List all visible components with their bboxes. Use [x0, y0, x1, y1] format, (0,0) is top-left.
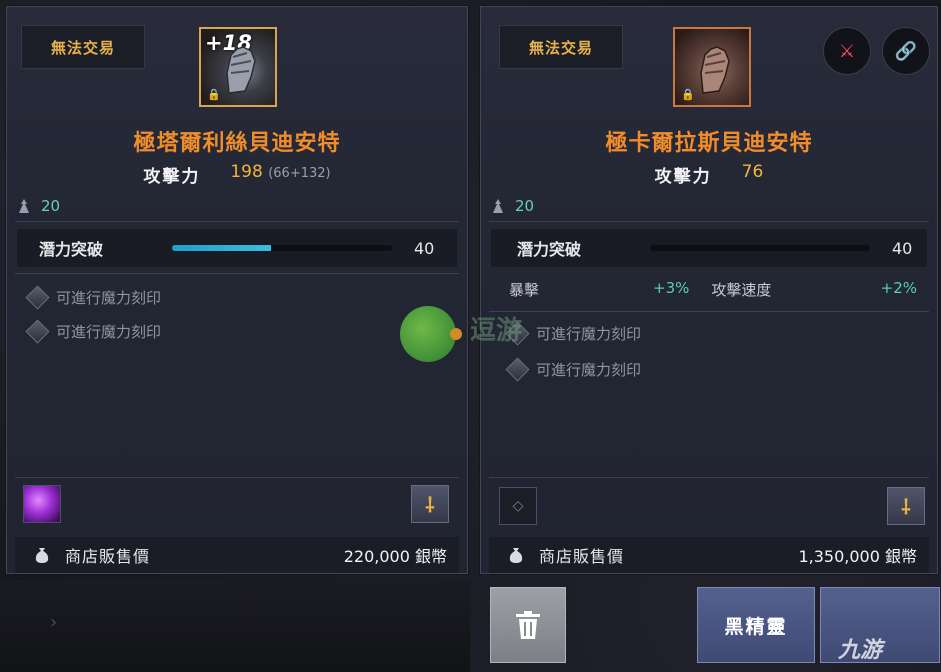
potential-label: 潛力突破 [39, 240, 104, 259]
diamond-icon [25, 285, 50, 310]
bonus-label: 暴擊 [509, 281, 540, 299]
potential-value: 40 [892, 238, 913, 258]
bonus-label: 攻擊速度 [711, 281, 772, 299]
item-icon-gauntlet[interactable]: 🔒 [673, 27, 751, 107]
engraving-text: 可進行魔力刻印 [56, 289, 162, 307]
bonus-value: +2% [880, 279, 917, 297]
potential-bar [172, 245, 392, 251]
attack-stat: 攻擊力 198 (66+132) [7, 162, 467, 187]
sell-price-row: 商店販售價 220,000 銀幣 [15, 537, 459, 573]
artifact-cross-icon[interactable]: ⸸ [887, 487, 925, 525]
item-name: 極卡爾拉斯貝迪安特 [605, 131, 813, 156]
item-name: 極塔爾利絲貝迪安特 [133, 131, 341, 156]
engraving-slot[interactable]: 可進行魔力刻印 [25, 319, 162, 344]
stat-value: 198 [230, 162, 263, 182]
engraving-text: 可進行魔力刻印 [536, 325, 642, 343]
potential-breakthrough: 潛力突破 40 [17, 229, 457, 267]
gauntlet-icon [700, 46, 730, 94]
potential-bar [650, 245, 870, 251]
doyo-watermark: 逗游 [470, 316, 523, 346]
diamond-icon [25, 319, 50, 344]
link-button[interactable]: 🔗 [882, 27, 930, 75]
background-list: › [0, 580, 470, 672]
stat-value: 76 [741, 162, 764, 182]
attack-stat: 攻擊力 76 [481, 162, 937, 187]
dark-elf-button[interactable]: 黑精靈 [697, 587, 815, 663]
level-icon [493, 199, 503, 213]
engraving-text: 可進行魔力刻印 [536, 361, 642, 379]
diamond-icon [505, 357, 530, 382]
potential-breakthrough: 潛力突破 40 [491, 229, 927, 267]
trash-icon [516, 611, 540, 639]
doyo-logo-icon [400, 306, 462, 362]
item-icon-gauntlet[interactable]: +18 🔒 [199, 27, 277, 107]
engraving-slot[interactable]: 可進行魔力刻印 [25, 285, 162, 310]
money-bag-icon [35, 548, 49, 563]
divider [489, 221, 929, 222]
sell-value: 1,350,000 銀幣 [798, 547, 917, 566]
lock-icon: 🔒 [207, 88, 221, 101]
item-tooltip-equipped: 無法交易 +18 🔒 極塔爾利絲貝迪安特 攻擊力 198 (66+132) 20… [6, 6, 468, 574]
bonus-value: +3% [653, 279, 690, 297]
sell-price-row: 商店販售價 1,350,000 銀幣 [489, 537, 929, 573]
swords-icon: ⚔ [838, 40, 856, 62]
engraving-slot[interactable]: 可進行魔力刻印 [505, 321, 642, 346]
level-icon [19, 199, 29, 213]
potential-fill [172, 245, 271, 251]
sell-value: 220,000 銀幣 [343, 547, 447, 566]
compare-toggle-button[interactable]: ⚔ [823, 27, 871, 75]
divider [15, 477, 459, 478]
untradable-tag: 無法交易 [499, 25, 623, 69]
artifact-cross-icon[interactable]: ⸸ [411, 485, 449, 523]
potential-value: 40 [414, 238, 435, 258]
divider [489, 477, 929, 478]
item-tooltip-compare: 無法交易 🔒 ⚔ 🔗 極卡爾拉斯貝迪安特 攻擊力 76 20 潛力突破 40 暴… [480, 6, 938, 574]
empty-gem-icon: ◇ [512, 498, 524, 514]
stat-label: 攻擊力 [143, 167, 201, 187]
stat-breakdown: (66+132) [268, 166, 331, 181]
sell-label: 商店販售價 [539, 547, 625, 566]
jiuyou-watermark: 九游 [838, 638, 883, 663]
divider [15, 273, 459, 274]
divider [489, 311, 929, 312]
level-requirement: 20 [17, 197, 60, 215]
gauntlet-icon [226, 46, 256, 94]
chevron-right-icon: › [50, 612, 58, 633]
gem-slot-icon[interactable] [23, 485, 61, 523]
sell-label: 商店販售價 [65, 547, 151, 566]
money-bag-icon [509, 548, 523, 563]
untradable-tag: 無法交易 [21, 25, 145, 69]
lock-icon: 🔒 [681, 88, 695, 101]
potential-label: 潛力突破 [517, 240, 582, 259]
stat-label: 攻擊力 [654, 167, 712, 187]
empty-gem-slot[interactable]: ◇ [499, 487, 537, 525]
bonus-stats: 暴擊 +3% 攻擊速度 +2% [509, 279, 917, 300]
level-requirement: 20 [491, 197, 534, 215]
level-value: 20 [515, 197, 535, 215]
engraving-slot[interactable]: 可進行魔力刻印 [505, 357, 642, 382]
engraving-text: 可進行魔力刻印 [56, 323, 162, 341]
link-icon: 🔗 [894, 40, 918, 62]
delete-button[interactable] [490, 587, 566, 663]
divider [15, 221, 459, 222]
level-value: 20 [41, 197, 61, 215]
